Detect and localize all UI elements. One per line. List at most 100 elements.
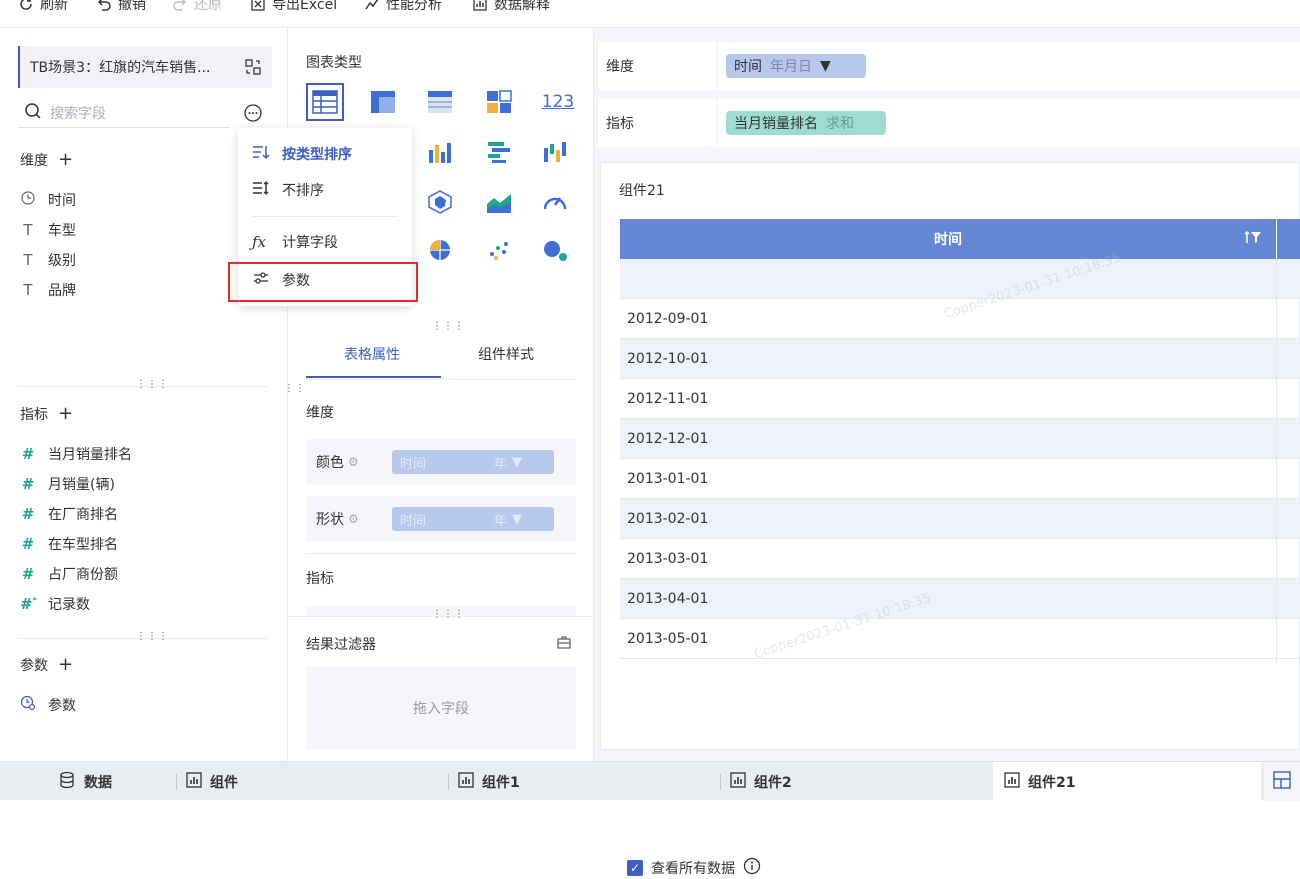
tab-component2[interactable]: 组件2 xyxy=(730,762,792,801)
dimension-field-brand[interactable]: T 品牌 xyxy=(20,280,76,300)
measure-pill-rank[interactable]: 当月销量排名 求和 xyxy=(726,111,886,135)
chart-type-kpi[interactable]: 123 xyxy=(536,83,580,121)
resize-handle[interactable]: ⋮⋮⋮ xyxy=(432,610,465,620)
settings-gear-icon[interactable]: ⚙ xyxy=(348,455,359,469)
divider xyxy=(306,553,576,554)
result-filter-title: 结果过滤器 xyxy=(306,637,376,653)
chart-type-detail-table[interactable] xyxy=(421,83,459,121)
filter-drop-zone[interactable]: 拖入字段 xyxy=(306,666,576,750)
measure-label: 指标 xyxy=(306,571,334,587)
chart-type-bubble[interactable] xyxy=(536,231,574,269)
table-row: 2012-11-01 xyxy=(620,379,1300,419)
number-type-icon: # xyxy=(21,475,35,493)
highlight-box xyxy=(228,262,418,302)
measure-field[interactable]: # 月销量(辆) xyxy=(20,474,115,494)
chart-type-bar[interactable] xyxy=(421,133,459,171)
chart-type-scatter[interactable] xyxy=(480,231,518,269)
toolbar: 刷新 撤销 还原 导出Excel 性能分析 数据解释 xyxy=(0,0,1300,28)
menu-no-sort[interactable]: 不排序 xyxy=(252,180,324,200)
measure-field[interactable]: # 在厂商排名 xyxy=(20,504,118,524)
dashboard-tab[interactable] xyxy=(1264,762,1300,801)
param-field[interactable]: 参数 xyxy=(20,695,76,715)
measure-field[interactable]: # 占厂商份额 xyxy=(20,564,118,584)
chart-type-pivot[interactable] xyxy=(364,83,402,121)
tab-component-style[interactable]: 组件样式 xyxy=(478,344,534,364)
undo-button[interactable]: 撤销 xyxy=(96,0,146,14)
measure-section-title: 指标 + xyxy=(20,403,74,424)
chart-type-waterfall[interactable] xyxy=(536,133,574,171)
measure-shelf-label: 指标 xyxy=(598,99,718,147)
field-search[interactable]: 搜索字段 xyxy=(18,98,230,128)
measure-field[interactable]: # 当月销量排名 xyxy=(20,444,132,464)
dimension-field-level[interactable]: T 级别 xyxy=(20,250,76,270)
table-header-time[interactable]: 时间 xyxy=(620,219,1276,259)
tab-component1[interactable]: 组件1 xyxy=(458,762,520,801)
chart-type-horizontal-bar[interactable] xyxy=(480,133,518,171)
resize-handle[interactable]: ⋮⋮⋮ xyxy=(136,632,169,642)
no-sort-icon xyxy=(252,180,270,200)
more-options-icon[interactable] xyxy=(244,104,262,126)
switch-dataset-icon[interactable] xyxy=(244,58,262,80)
tab-component21-active[interactable]: 组件21 xyxy=(1004,762,1075,801)
tab-data[interactable]: 数据 xyxy=(58,762,112,801)
data-table: 时间 2012-09-01 2012-10-01 2012-11-01 2012… xyxy=(620,219,1300,665)
color-field-pill[interactable]: 时间 年 ▼ xyxy=(392,450,554,474)
param-icon xyxy=(20,695,36,715)
number-type-icon: # xyxy=(21,535,35,553)
dimension-pill-time[interactable]: 时间 年月日 ▼ xyxy=(726,54,866,78)
menu-sort-by-type[interactable]: 按类型排序 xyxy=(252,144,352,164)
table-row: 2012-10-01 xyxy=(620,339,1300,379)
filter-icon[interactable]: ▼ xyxy=(820,58,831,74)
resize-handle[interactable]: ⋮⋮⋮ xyxy=(136,380,169,390)
add-param-icon[interactable]: + xyxy=(58,656,73,674)
database-icon xyxy=(58,771,76,793)
tab-component[interactable]: 组件 xyxy=(186,762,238,801)
add-measure-icon[interactable]: + xyxy=(58,405,73,423)
chart-type-gauge[interactable] xyxy=(536,183,574,221)
refresh-icon xyxy=(18,0,34,12)
bar-chart-icon xyxy=(1004,771,1020,792)
redo-button[interactable]: 还原 xyxy=(172,0,222,14)
filter-icon: ▼ xyxy=(512,511,522,527)
table-row xyxy=(620,259,1300,299)
property-tabs: 表格属性 组件样式 xyxy=(306,328,576,380)
measure-field[interactable]: #* 记录数 xyxy=(20,594,90,614)
bubble-icon xyxy=(544,241,567,261)
column-separator xyxy=(1276,259,1277,665)
chart-type-card[interactable] xyxy=(480,83,518,121)
redo-icon xyxy=(172,0,188,12)
menu-calculated-field[interactable]: ƒx 计算字段 xyxy=(252,232,338,252)
refresh-button[interactable]: 刷新 xyxy=(18,0,68,14)
chart-type-area[interactable] xyxy=(480,183,518,221)
tab-separator xyxy=(720,774,721,790)
dataset-selector[interactable]: TB场景3：红旗的汽车销售... xyxy=(18,46,272,88)
dashboard-icon xyxy=(1273,770,1291,793)
text-type-icon: T xyxy=(23,221,33,239)
filter-settings-icon[interactable] xyxy=(556,634,572,654)
bar-chart-icon xyxy=(458,771,474,792)
view-all-data-checkbox[interactable]: ✓ 查看所有数据 xyxy=(627,857,761,879)
component-title: 组件21 xyxy=(619,183,665,199)
performance-analysis-button[interactable]: 性能分析 xyxy=(364,0,442,14)
chart-type-map[interactable] xyxy=(421,231,459,269)
measure-field[interactable]: # 在车型排名 xyxy=(20,534,118,554)
tab-table-properties[interactable]: 表格属性 xyxy=(344,344,400,364)
chart-type-table[interactable] xyxy=(306,83,344,121)
export-excel-button[interactable]: 导出Excel xyxy=(250,0,337,14)
chart-type-radar[interactable] xyxy=(421,183,459,221)
add-dimension-icon[interactable]: + xyxy=(58,151,73,169)
info-icon[interactable] xyxy=(743,857,761,879)
shape-property-row: 形状 ⚙ 时间 年 ▼ xyxy=(306,496,576,542)
settings-gear-icon[interactable]: ⚙ xyxy=(348,512,359,526)
data-explain-button[interactable]: 数据解释 xyxy=(472,0,550,14)
search-icon xyxy=(24,102,42,124)
dimension-label: 维度 xyxy=(306,405,334,421)
dimension-section-title: 维度 + xyxy=(20,149,74,170)
checkbox-checked-icon: ✓ xyxy=(627,860,643,876)
dimension-field-model[interactable]: T 车型 xyxy=(20,220,76,240)
sort-filter-icon[interactable] xyxy=(1244,229,1262,249)
radar-icon xyxy=(428,190,452,214)
dimension-field-time[interactable]: 时间 xyxy=(20,190,76,210)
shape-field-pill[interactable]: 时间 年 ▼ xyxy=(392,507,554,531)
number-type-icon: # xyxy=(21,565,35,583)
